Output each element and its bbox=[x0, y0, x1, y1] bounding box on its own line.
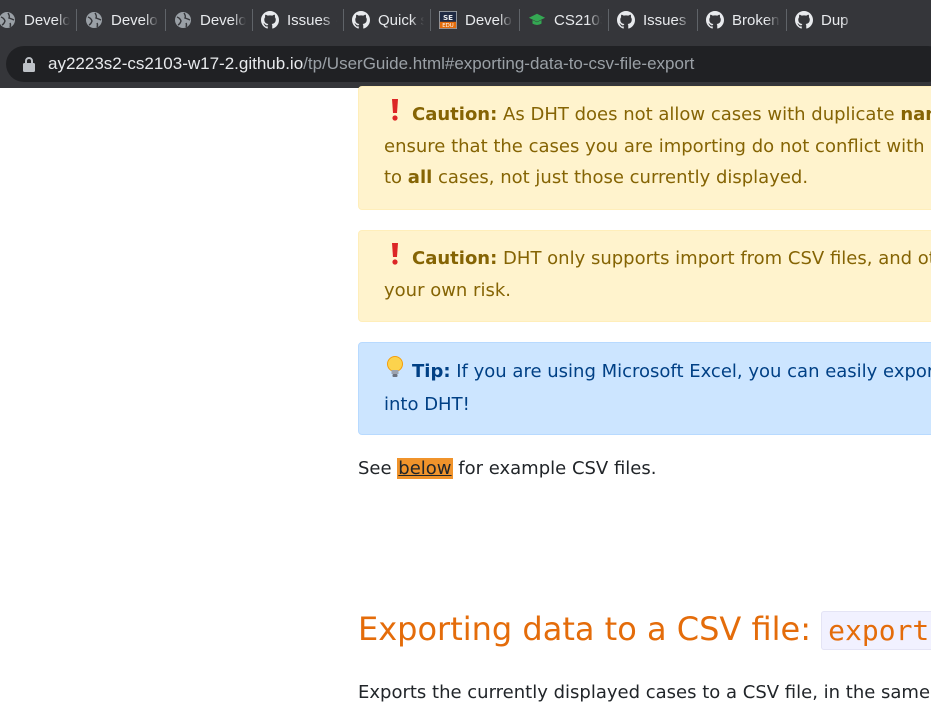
see-below-text: See below for example CSV files. bbox=[358, 458, 656, 479]
bookmark-item[interactable]: Issues · bbox=[609, 6, 697, 34]
export-description: Exports the currently displayed cases to… bbox=[358, 682, 931, 703]
caution-box-duplicate-names: Caution: As DHT does not allow cases wit… bbox=[358, 86, 931, 210]
lock-icon[interactable] bbox=[22, 56, 36, 72]
caution-text: As DHT does not allow cases with duplica… bbox=[497, 104, 901, 125]
tip-box-excel: Tip: If you are using Microsoft Excel, y… bbox=[358, 342, 931, 435]
bookmark-label: Develo bbox=[200, 11, 246, 29]
svg-text:EDU: EDU bbox=[442, 23, 454, 29]
bookmarks-bar: Develo Develo Develo Issues · Quick s SE EDU De… bbox=[0, 0, 931, 40]
github-icon bbox=[795, 11, 813, 29]
caution-label: Caution: bbox=[412, 104, 498, 125]
bookmark-label: Dup bbox=[821, 11, 849, 29]
bookmark-label: Develo bbox=[24, 11, 70, 29]
section-heading-export: Exporting data to a CSV file: export bbox=[358, 610, 931, 650]
bookmark-label: Quick s bbox=[378, 11, 424, 29]
bookmark-item[interactable]: Develo bbox=[0, 6, 76, 34]
see-text: See bbox=[358, 458, 398, 479]
github-icon bbox=[352, 11, 370, 29]
page-content: Caution: As DHT does not allow cases wit… bbox=[0, 86, 931, 724]
github-icon bbox=[706, 11, 724, 29]
caution-text: ensure that the cases you are importing … bbox=[384, 136, 931, 157]
lightbulb-icon bbox=[384, 355, 406, 389]
below-link[interactable]: below bbox=[397, 458, 453, 479]
heading-text: Exporting data to a CSV file: bbox=[358, 610, 822, 648]
url-host: ay2223s2-cs2103-w17-2.github.io bbox=[48, 54, 304, 73]
svg-text:SE: SE bbox=[443, 13, 453, 22]
see-text: for example CSV files. bbox=[452, 458, 657, 479]
caution-text: DHT only supports import from CSV files,… bbox=[497, 248, 931, 269]
tip-text: into DHT! bbox=[384, 394, 470, 415]
caution-bold-all: all bbox=[407, 167, 433, 188]
exclamation-icon bbox=[384, 243, 406, 275]
caution-text: to bbox=[384, 167, 408, 188]
bookmark-item[interactable]: SE EDU Develo bbox=[431, 6, 519, 34]
github-icon bbox=[261, 11, 279, 29]
caution-box-csv-only: Caution: DHT only supports import from C… bbox=[358, 230, 931, 322]
caution-label: Caution: bbox=[412, 248, 498, 269]
bookmark-item[interactable]: Issues · bbox=[253, 6, 343, 34]
caution-text: your own risk. bbox=[384, 280, 511, 301]
bookmark-item[interactable]: Quick s bbox=[344, 6, 430, 34]
se-edu-icon: SE EDU bbox=[439, 11, 457, 29]
github-icon bbox=[617, 11, 635, 29]
url-path: /tp/UserGuide.html#exporting-data-to-csv… bbox=[303, 54, 695, 73]
bookmark-item[interactable]: Dup bbox=[787, 6, 859, 34]
caution-bold-name: name bbox=[900, 104, 931, 125]
url-omnibox[interactable]: ay2223s2-cs2103-w17-2.github.io/tp/UserG… bbox=[6, 46, 931, 82]
graduation-cap-icon bbox=[528, 11, 546, 29]
bookmark-label: Develo bbox=[465, 11, 512, 29]
exclamation-icon bbox=[384, 99, 406, 131]
caution-text: cases, not just those currently displaye… bbox=[432, 167, 809, 188]
bookmark-item[interactable]: Broken bbox=[698, 6, 786, 34]
tip-text: If you are using Microsoft Excel, you ca… bbox=[450, 361, 931, 382]
heading-code-export: export bbox=[821, 611, 931, 650]
bookmark-label: CS2103 bbox=[554, 11, 602, 29]
globe-icon bbox=[174, 11, 192, 29]
bookmark-label: Develo bbox=[111, 11, 158, 29]
tip-label: Tip: bbox=[412, 361, 451, 382]
bookmark-item[interactable]: CS2103 bbox=[520, 6, 608, 34]
bookmark-item[interactable]: Develo bbox=[77, 6, 165, 34]
address-bar: ay2223s2-cs2103-w17-2.github.io/tp/UserG… bbox=[0, 40, 931, 88]
globe-icon bbox=[0, 11, 16, 29]
globe-icon bbox=[85, 11, 103, 29]
bookmark-label: Issues · bbox=[287, 11, 337, 29]
bookmark-label: Issues · bbox=[643, 11, 691, 29]
bookmark-label: Broken bbox=[732, 11, 780, 29]
bookmark-item[interactable]: Develo bbox=[166, 6, 252, 34]
